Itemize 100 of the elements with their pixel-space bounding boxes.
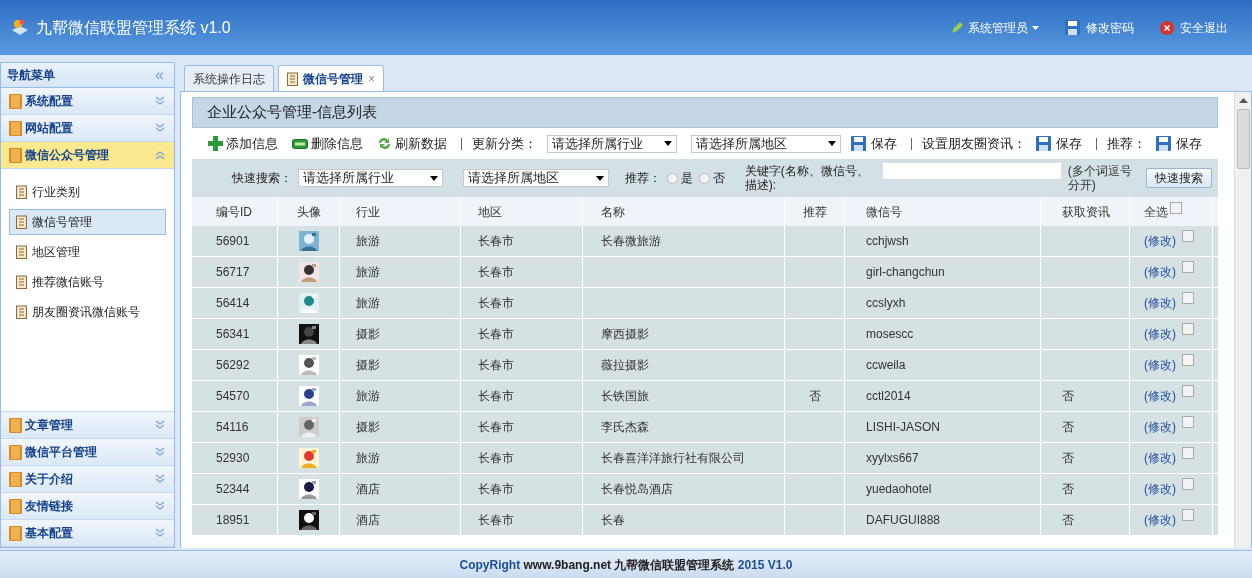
save-button[interactable]: 保存 [851,133,898,154]
edit-link[interactable]: (修改) [1144,511,1176,529]
table-cell-text: 52930 [216,450,250,467]
radio-option[interactable]: 否 [698,169,725,187]
table-cell-text: 否 [1062,450,1074,467]
caret-icon [664,141,673,146]
folder-icon [9,471,22,487]
menu-group[interactable]: 关于介绍 [1,466,174,493]
search-hint: (多个词逗号分开) [1067,164,1133,192]
folder-icon [9,498,22,514]
tab[interactable]: 系统操作日志 [184,65,274,91]
table-cell-text: 李氏杰森 [601,419,649,436]
dropdown-select[interactable]: 请选择所属地区 [462,169,609,187]
checkbox[interactable] [1182,354,1194,366]
menu-group[interactable]: 友情链接 [1,493,174,520]
tab[interactable]: 微信号管理 × [278,65,384,91]
checkbox[interactable] [1182,478,1194,490]
save-button[interactable]: 保存 [1036,133,1083,154]
menu-item[interactable]: 微信号管理 [9,209,166,235]
refresh-icon [377,136,392,151]
table-cell-text: ccweila [866,357,906,374]
folder-icon [9,525,22,541]
keyword-label: 关键字(名称、微信号、描述): [744,164,870,192]
table-cell-text: 长春市 [478,388,514,405]
menu-item[interactable]: 推荐微信账号 [9,269,166,295]
menu-group[interactable]: 微信平台管理 [1,439,174,466]
checkbox[interactable] [1170,201,1182,214]
checkbox[interactable] [1182,230,1194,242]
save-icon [851,136,867,151]
quick-search-label: 快速搜索： [232,170,292,187]
table-cell-text: girl-changchun [866,264,945,281]
table-cell-text: 长春悦岛酒店 [601,481,673,498]
table-cell-text: 长春市 [478,357,514,374]
edit-link[interactable]: (修改) [1144,449,1176,467]
refresh-button[interactable]: 刷新数据 [377,133,447,154]
moments-label: 设置朋友圈资讯： [922,134,1027,153]
table-cell-text: 长春喜洋洋旅行社有限公司 [601,450,745,467]
table-cell-text: 长春 [601,512,625,529]
table-cell-text: 否 [1062,512,1074,529]
user-menu-button[interactable]: 系统管理员 [951,18,1039,37]
document-icon [16,275,27,289]
caret-icon [429,175,438,181]
column-header: 微信号 [866,203,902,221]
edit-link[interactable]: (修改) [1144,480,1176,498]
table-cell-text: 酒店 [356,481,380,498]
folder-icon [9,444,22,460]
menu-group[interactable]: 微信公众号管理 [1,142,174,169]
menu-group[interactable]: 文章管理 [1,412,174,439]
table-cell-text: 54116 [216,419,249,436]
save-icon [1156,136,1171,151]
checkbox[interactable] [1182,447,1194,459]
table-cell-text: 56341 [216,326,250,343]
copyright-text: CopyRight www.9bang.net 九帮微信联盟管理系统 2015 V1.0 [459,556,793,574]
edit-link[interactable]: (修改) [1144,294,1176,312]
add-button[interactable]: 添加信息 [208,133,278,154]
chevron-down-icon [154,419,166,431]
menu-item[interactable]: 地区管理 [9,239,166,265]
change-password-button[interactable]: 修改密码 [1065,18,1134,37]
dropdown-select[interactable]: 请选择所属行业 [298,169,443,187]
radio-option[interactable]: 是 [666,169,693,187]
quick-search-button[interactable]: 快速搜索 [1146,168,1212,188]
minus-icon [292,138,308,149]
checkbox[interactable] [1182,261,1194,273]
table-cell-text: 长春市 [478,326,514,343]
edit-link[interactable]: (修改) [1144,232,1176,250]
menu-group[interactable]: 基本配置 [1,520,174,547]
edit-link[interactable]: (修改) [1144,387,1176,405]
menu-item[interactable]: 行业类别 [9,179,166,205]
chevron-down-icon [154,500,166,512]
column-header: 行业 [356,203,380,221]
menu-item[interactable]: 朋友圈资讯微信账号 [9,299,166,325]
logout-button[interactable]: 安全退出 [1160,18,1228,37]
menu-group[interactable]: 系统配置 [1,88,174,115]
dropdown-select[interactable]: 请选择所属地区 [691,134,842,153]
checkbox[interactable] [1182,292,1194,304]
checkbox[interactable] [1182,416,1194,428]
edit-link[interactable]: (修改) [1144,418,1176,436]
table-cell-text: cchjwsh [866,233,909,250]
checkbox[interactable] [1182,323,1194,335]
close-tab-button[interactable]: × [368,69,375,88]
table-cell-text: LISHI-JASON [866,419,940,436]
table-cell-text: 长春市 [478,419,514,436]
keyword-field[interactable] [881,162,1062,180]
table-cell-text: 否 [1062,481,1074,498]
checkbox[interactable] [1182,385,1194,397]
delete-button[interactable]: 删除信息 [292,133,363,154]
column-header[interactable]: 全选 [1144,202,1168,221]
save-button[interactable]: 保存 [1156,133,1202,154]
menu-group[interactable]: 网站配置 [1,115,174,142]
table-cell-text: 旅游 [356,450,380,467]
edit-link[interactable]: (修改) [1144,263,1176,281]
scroll-thumb[interactable] [1236,109,1250,169]
edit-link[interactable]: (修改) [1144,356,1176,374]
table-cell-text: 旅游 [356,264,380,281]
column-header: 地区 [478,203,502,221]
folder-icon [9,147,22,163]
table-cell-text: 否 [1062,419,1074,436]
dropdown-select[interactable]: 请选择所属行业 [546,134,678,153]
checkbox[interactable] [1182,509,1194,521]
edit-link[interactable]: (修改) [1144,325,1176,343]
